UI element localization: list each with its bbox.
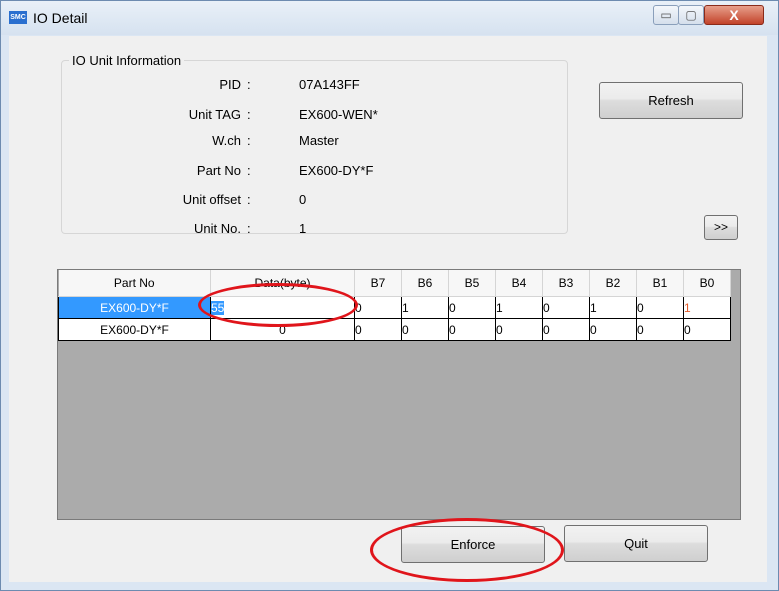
unit-offset-colon: :	[247, 192, 251, 207]
unit-offset-label: Unit offset	[182, 192, 241, 207]
bit-cell-b0[interactable]: 0	[683, 318, 731, 341]
column-header[interactable]: Data(byte)	[210, 270, 355, 297]
data-byte-cell[interactable]: 0	[210, 318, 355, 341]
bit-cell-b4[interactable]: 1	[495, 296, 543, 319]
bit-cell-b5[interactable]: 0	[448, 318, 496, 341]
bit-cell-b7[interactable]: 0	[354, 318, 402, 341]
column-header[interactable]: B4	[495, 270, 543, 297]
bit-cell-b2[interactable]: 0	[589, 318, 637, 341]
table-row[interactable]: EX600-DY*F 0 0 0 0 0 0 0 0 0	[58, 318, 731, 341]
bit-cell-b0[interactable]: 1	[683, 296, 731, 319]
column-header[interactable]: B0	[683, 270, 731, 297]
bit-cell-b3[interactable]: 0	[542, 296, 590, 319]
group-title: IO Unit Information	[72, 53, 182, 68]
part-no-cell[interactable]: EX600-DY*F	[58, 318, 211, 341]
unit-offset-value: 0	[299, 192, 307, 207]
part-no-cell[interactable]: EX600-DY*F	[58, 296, 211, 319]
column-header[interactable]: B3	[542, 270, 590, 297]
info-row-pid: PID : 07A143FF	[61, 76, 541, 94]
column-header[interactable]: B2	[589, 270, 637, 297]
column-header[interactable]: Part No	[58, 270, 211, 297]
column-header[interactable]: B7	[354, 270, 402, 297]
bit-cell-b3[interactable]: 0	[542, 318, 590, 341]
client-area: IO Unit Information PID : 07A143FF Unit …	[9, 36, 767, 582]
io-detail-window: SMC IO Detail ▭ ▢ X IO Unit Information …	[0, 0, 779, 591]
column-header[interactable]: B5	[448, 270, 496, 297]
bit-cell-b2[interactable]: 1	[589, 296, 637, 319]
wch-value: Master	[299, 133, 339, 148]
bit-cell-b6[interactable]: 1	[401, 296, 449, 319]
data-byte-input[interactable]: 55	[210, 296, 355, 319]
quit-button[interactable]: Quit	[564, 525, 708, 562]
bit-cell-b1[interactable]: 0	[636, 318, 684, 341]
part-no-colon: :	[247, 163, 251, 178]
unit-tag-value: EX600-WEN*	[299, 107, 378, 122]
unit-no-label: Unit No.	[194, 221, 241, 236]
unit-no-colon: :	[247, 221, 251, 236]
info-row-unit-tag: Unit TAG : EX600-WEN*	[61, 106, 541, 124]
minimize-button[interactable]: ▭	[653, 5, 679, 25]
column-header[interactable]: B1	[636, 270, 684, 297]
pid-value: 07A143FF	[299, 77, 360, 92]
bit-cell-b5[interactable]: 0	[448, 296, 496, 319]
io-table: Part No Data(byte) B7 B6 B5 B4 B3 B2 B1 …	[58, 270, 731, 341]
bit-cell-b4[interactable]: 0	[495, 318, 543, 341]
title-bar[interactable]: SMC IO Detail ▭ ▢ X	[1, 1, 778, 35]
pid-colon: :	[247, 77, 251, 92]
unit-tag-colon: :	[247, 107, 251, 122]
table-header-row: Part No Data(byte) B7 B6 B5 B4 B3 B2 B1 …	[58, 270, 731, 297]
info-row-part-no: Part No : EX600-DY*F	[61, 162, 541, 180]
data-byte-value: 55	[211, 300, 225, 315]
app-logo-icon: SMC	[9, 11, 27, 24]
refresh-button[interactable]: Refresh	[599, 82, 743, 119]
info-row-wch: W.ch : Master	[61, 132, 541, 150]
enforce-button[interactable]: Enforce	[401, 526, 545, 563]
info-row-unit-offset: Unit offset : 0	[61, 191, 541, 209]
wch-colon: :	[247, 133, 251, 148]
wch-label: W.ch	[212, 133, 241, 148]
info-row-unit-no: Unit No. : 1	[61, 220, 541, 238]
maximize-button[interactable]: ▢	[678, 5, 704, 25]
bit-cell-b7[interactable]: 0	[354, 296, 402, 319]
part-no-label: Part No	[196, 163, 241, 178]
close-button[interactable]: X	[704, 5, 764, 25]
pid-label: PID	[219, 77, 241, 92]
part-no-value: EX600-DY*F	[299, 163, 374, 178]
bit-cell-b6[interactable]: 0	[401, 318, 449, 341]
bit-cell-b1[interactable]: 0	[636, 296, 684, 319]
window-title: IO Detail	[33, 10, 88, 26]
unit-tag-label: Unit TAG	[188, 107, 241, 122]
expand-button[interactable]: >>	[704, 215, 738, 240]
unit-no-value: 1	[299, 221, 307, 236]
io-data-grid[interactable]: Part No Data(byte) B7 B6 B5 B4 B3 B2 B1 …	[57, 269, 741, 520]
column-header[interactable]: B6	[401, 270, 449, 297]
table-row[interactable]: EX600-DY*F 55 0 1 0 1 0 1 0 1	[58, 296, 731, 319]
